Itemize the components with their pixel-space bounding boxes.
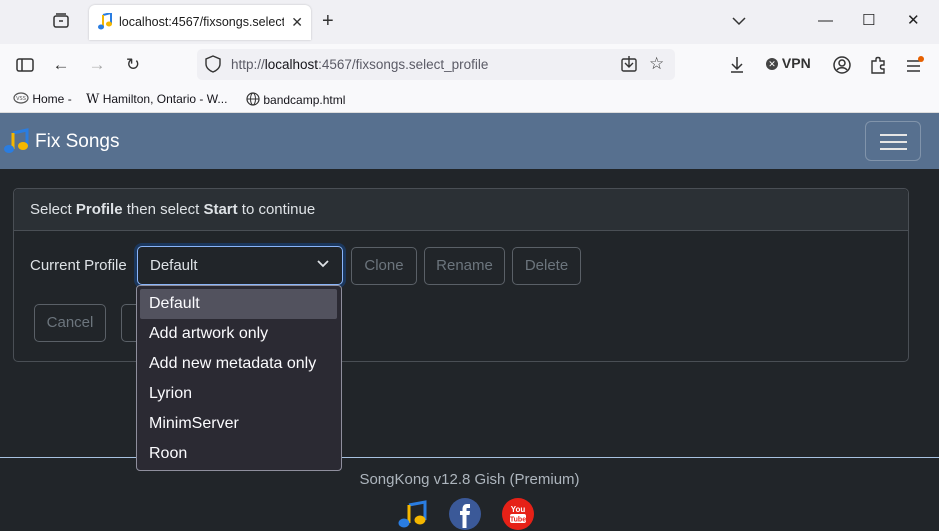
- minimize-icon[interactable]: —: [818, 10, 833, 32]
- browser-tab-bar: localhost:4567/fixsongs.select_p ✕ + — ☐…: [0, 0, 939, 44]
- profile-option[interactable]: Add new metadata only: [140, 349, 337, 379]
- navbar-toggler-button[interactable]: [865, 121, 921, 161]
- close-tab-icon[interactable]: ✕: [291, 14, 303, 31]
- profile-option[interactable]: Add artwork only: [140, 319, 337, 349]
- bookmarks-bar: VSS Home - W Hamilton, Ontario - W... ba…: [0, 86, 939, 113]
- clone-button[interactable]: Clone: [351, 247, 417, 285]
- brand-title[interactable]: Fix Songs: [35, 131, 119, 153]
- close-window-icon[interactable]: ✕: [907, 10, 920, 32]
- tab-title: localhost:4567/fixsongs.select_p: [119, 15, 284, 29]
- bookmark-home[interactable]: VSS Home -: [13, 92, 72, 106]
- maximize-icon[interactable]: ☐: [862, 10, 875, 32]
- songkong-logo-icon[interactable]: [2, 127, 30, 155]
- hamburger-line: [880, 134, 907, 136]
- tab-overflow-chevron-icon[interactable]: [732, 10, 746, 39]
- bookmark-hamilton[interactable]: W Hamilton, Ontario - W...: [86, 92, 227, 107]
- youtube-icon[interactable]: You Tube: [502, 498, 534, 530]
- menu-icon[interactable]: [903, 54, 925, 76]
- bookmark-bandcamp[interactable]: bandcamp.html: [246, 92, 345, 107]
- profile-dropdown-list: Default Add artwork only Add new metadat…: [136, 285, 342, 471]
- url-text: http://localhost:4567/fixsongs.select_pr…: [231, 57, 489, 72]
- save-page-icon[interactable]: [620, 55, 638, 78]
- forward-icon[interactable]: →: [86, 54, 108, 76]
- profile-option[interactable]: MinimServer: [140, 409, 337, 439]
- bookmark-label: Hamilton, Ontario - W...: [102, 92, 228, 106]
- browser-nav-bar: ← → ↻ http://localhost:4567/fixsongs.sel…: [0, 44, 939, 86]
- header-text: then select: [122, 201, 204, 218]
- reload-icon[interactable]: ↻: [122, 54, 144, 76]
- bookmark-label: bandcamp.html: [263, 93, 346, 107]
- bookmark-label: Home -: [32, 92, 72, 106]
- svg-text:Tube: Tube: [510, 517, 526, 524]
- cancel-button[interactable]: Cancel: [34, 304, 106, 342]
- profile-select-value: Default: [150, 257, 198, 274]
- url-bar[interactable]: http://localhost:4567/fixsongs.select_pr…: [197, 49, 675, 80]
- profile-option[interactable]: Roon: [140, 439, 337, 469]
- header-text: to continue: [237, 201, 316, 218]
- new-tab-icon[interactable]: +: [322, 10, 334, 32]
- hamburger-line: [880, 148, 907, 150]
- wikipedia-icon: W: [86, 92, 100, 107]
- delete-button[interactable]: Delete: [512, 247, 581, 285]
- downloads-icon[interactable]: [726, 54, 748, 76]
- facebook-icon[interactable]: [449, 498, 481, 530]
- profile-option[interactable]: Default: [140, 289, 337, 319]
- svg-text:VSS: VSS: [16, 96, 26, 102]
- tab-list-icon[interactable]: [50, 10, 72, 32]
- music-note-icon: [97, 11, 113, 31]
- current-profile-label: Current Profile: [30, 257, 127, 274]
- rename-button[interactable]: Rename: [424, 247, 505, 285]
- songkong-music-icon[interactable]: [396, 498, 428, 530]
- header-start-bold: Start: [203, 201, 238, 218]
- back-icon[interactable]: ←: [50, 54, 72, 76]
- globe-icon: [246, 92, 263, 107]
- profile-select[interactable]: Default: [137, 246, 343, 285]
- header-text: Select: [30, 201, 76, 218]
- card-header: Select Profile then select Start to cont…: [14, 189, 908, 231]
- header-profile-bold: Profile: [75, 201, 123, 218]
- sidebar-toggle-icon[interactable]: [14, 54, 36, 76]
- bookmark-star-icon[interactable]: ☆: [649, 54, 664, 74]
- vpn-status-icon: ✕: [766, 58, 778, 70]
- chevron-down-icon: [316, 256, 330, 270]
- vpn-button[interactable]: ✕ VPN: [766, 55, 811, 71]
- profile-option[interactable]: Lyrion: [140, 379, 337, 409]
- extensions-icon[interactable]: [867, 54, 889, 76]
- hamburger-line: [880, 141, 907, 143]
- app-navbar: Fix Songs: [0, 113, 939, 169]
- footer-version: SongKong v12.8 Gish (Premium): [359, 471, 580, 488]
- account-icon[interactable]: [831, 54, 853, 76]
- home-bookmark-icon: VSS: [13, 92, 32, 106]
- svg-text:You: You: [511, 505, 526, 514]
- browser-tab[interactable]: localhost:4567/fixsongs.select_p ✕: [89, 5, 311, 40]
- site-info-shield-icon[interactable]: [205, 55, 221, 78]
